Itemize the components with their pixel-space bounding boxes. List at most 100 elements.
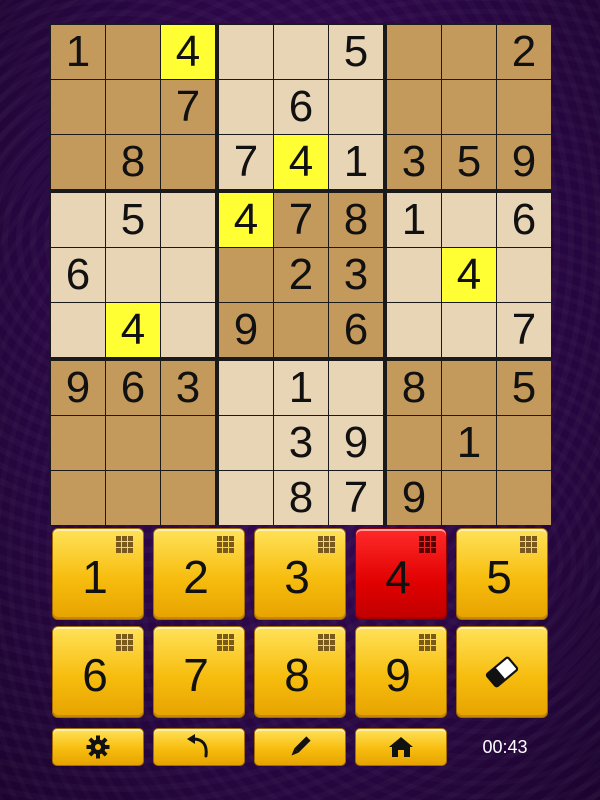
notes-grid-icon [419, 634, 436, 651]
board-cell[interactable] [387, 303, 441, 357]
board-cell[interactable]: 4 [442, 248, 496, 302]
number-key-6[interactable]: 6 [52, 626, 144, 718]
board-cell[interactable] [219, 361, 273, 415]
board-cell[interactable]: 4 [219, 193, 273, 247]
number-key-8[interactable]: 8 [254, 626, 346, 718]
board-cell[interactable]: 6 [274, 80, 328, 134]
board-cell[interactable] [219, 471, 273, 525]
board-cell[interactable]: 8 [387, 361, 441, 415]
board-cell[interactable] [106, 471, 160, 525]
board-cell[interactable] [219, 416, 273, 470]
board-cell[interactable]: 6 [329, 303, 383, 357]
board-cell[interactable] [51, 303, 105, 357]
board-cell[interactable]: 5 [497, 361, 551, 415]
board-cell[interactable] [497, 471, 551, 525]
board-cell[interactable]: 9 [51, 361, 105, 415]
board-cell[interactable]: 2 [274, 248, 328, 302]
board-cell[interactable] [161, 471, 215, 525]
board-cell[interactable] [387, 416, 441, 470]
board-cell[interactable] [442, 25, 496, 79]
board-cell[interactable] [161, 135, 215, 189]
board-cell[interactable]: 1 [274, 361, 328, 415]
board-cell[interactable]: 7 [219, 135, 273, 189]
board-cell[interactable]: 1 [387, 193, 441, 247]
board-cell[interactable] [51, 416, 105, 470]
eraser-button[interactable] [456, 626, 548, 718]
notes-grid-icon [116, 536, 133, 553]
board-cell[interactable] [219, 248, 273, 302]
board-cell[interactable] [329, 80, 383, 134]
board-cell[interactable] [161, 303, 215, 357]
board-cell[interactable]: 1 [442, 416, 496, 470]
board-cell[interactable]: 4 [274, 135, 328, 189]
board-cell[interactable] [387, 25, 441, 79]
notes-grid-icon [318, 634, 335, 651]
board-cell[interactable] [161, 193, 215, 247]
board-cell[interactable] [161, 248, 215, 302]
undo-button[interactable] [153, 728, 245, 766]
board-cell[interactable]: 6 [106, 361, 160, 415]
board-cell[interactable]: 5 [329, 25, 383, 79]
board-cell[interactable] [329, 361, 383, 415]
board-cell[interactable]: 7 [161, 80, 215, 134]
board-cell[interactable] [106, 80, 160, 134]
board-cell[interactable]: 6 [51, 248, 105, 302]
board-cell[interactable]: 3 [387, 135, 441, 189]
board-cell[interactable] [274, 303, 328, 357]
board-cell[interactable] [219, 25, 273, 79]
board-cell[interactable] [274, 25, 328, 79]
board-cell[interactable] [442, 361, 496, 415]
board-cell[interactable] [106, 416, 160, 470]
board-cell[interactable]: 2 [497, 25, 551, 79]
number-key-5[interactable]: 5 [456, 528, 548, 620]
board-cell[interactable] [387, 248, 441, 302]
board-cell[interactable]: 4 [106, 303, 160, 357]
board-cell[interactable]: 9 [219, 303, 273, 357]
board-cell[interactable]: 7 [329, 471, 383, 525]
board-cell[interactable]: 3 [329, 248, 383, 302]
board-cell[interactable] [497, 416, 551, 470]
board-cell[interactable] [106, 248, 160, 302]
board-cell[interactable]: 7 [274, 193, 328, 247]
number-key-4[interactable]: 4 [355, 528, 447, 620]
board-cell[interactable] [51, 135, 105, 189]
board-cell[interactable]: 9 [387, 471, 441, 525]
board-cell[interactable]: 7 [497, 303, 551, 357]
board-cell[interactable]: 6 [497, 193, 551, 247]
board-cell[interactable]: 9 [497, 135, 551, 189]
number-key-9[interactable]: 9 [355, 626, 447, 718]
board-cell[interactable]: 9 [329, 416, 383, 470]
home-button[interactable] [355, 728, 447, 766]
notes-grid-icon [217, 536, 234, 553]
board-cell[interactable] [442, 193, 496, 247]
board-cell[interactable] [442, 80, 496, 134]
board-cell[interactable]: 8 [274, 471, 328, 525]
board-cell[interactable] [106, 25, 160, 79]
board-cell[interactable] [51, 193, 105, 247]
settings-button[interactable] [52, 728, 144, 766]
board-cell[interactable]: 8 [106, 135, 160, 189]
number-pad: 1 2 3 4 5 6 7 8 9 [52, 528, 548, 718]
number-key-7[interactable]: 7 [153, 626, 245, 718]
board-cell[interactable] [442, 303, 496, 357]
board-cell[interactable] [51, 80, 105, 134]
board-cell[interactable] [497, 80, 551, 134]
board-cell[interactable] [219, 80, 273, 134]
board-cell[interactable]: 4 [161, 25, 215, 79]
board-cell[interactable]: 3 [274, 416, 328, 470]
board-cell[interactable] [497, 248, 551, 302]
number-key-1[interactable]: 1 [52, 528, 144, 620]
number-key-2[interactable]: 2 [153, 528, 245, 620]
board-cell[interactable]: 3 [161, 361, 215, 415]
board-cell[interactable]: 8 [329, 193, 383, 247]
pencil-button[interactable] [254, 728, 346, 766]
board-cell[interactable] [161, 416, 215, 470]
board-cell[interactable]: 1 [51, 25, 105, 79]
board-cell[interactable] [387, 80, 441, 134]
board-cell[interactable] [442, 471, 496, 525]
board-cell[interactable]: 5 [442, 135, 496, 189]
board-cell[interactable]: 5 [106, 193, 160, 247]
board-cell[interactable]: 1 [329, 135, 383, 189]
board-cell[interactable] [51, 471, 105, 525]
number-key-3[interactable]: 3 [254, 528, 346, 620]
